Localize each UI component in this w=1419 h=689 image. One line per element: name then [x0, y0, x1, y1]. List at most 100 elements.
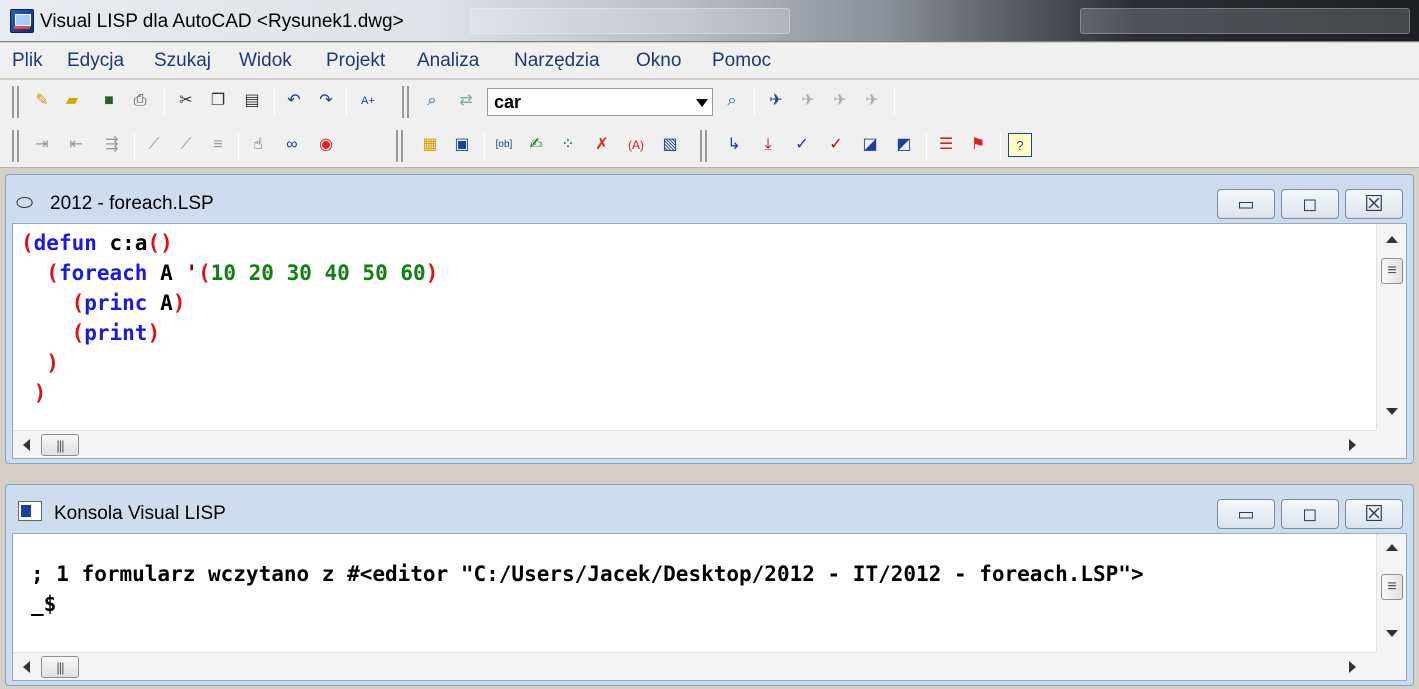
console-title-bar[interactable]: Konsola Visual LISP ▭ ◻ ☒ [6, 485, 1413, 537]
toggle-bookmark-icon[interactable]: ✈ [764, 89, 788, 113]
menu-pomoc[interactable]: Pomoc [712, 50, 771, 72]
select-window-icon[interactable]: ▣ [450, 133, 474, 157]
replace-icon[interactable]: ⇄ [454, 89, 478, 113]
cut-icon[interactable]: ✂ [174, 89, 198, 113]
visual-lisp-app-icon[interactable] [10, 9, 34, 33]
menu-plik[interactable]: Plik [12, 50, 43, 72]
size-grip[interactable] [1376, 652, 1406, 680]
console-horizontal-scrollbar[interactable]: ||| [13, 652, 1378, 680]
scroll-thumb[interactable]: ||| [41, 434, 79, 456]
save-icon[interactable]: ■ [97, 89, 121, 113]
code-line: ) [21, 348, 438, 378]
undo-icon[interactable]: ↶ [282, 89, 306, 113]
toolbar-separator [1000, 132, 1001, 160]
find-toolbar-icon[interactable]: ⌕ [720, 89, 744, 113]
activate-autocad-icon[interactable]: ▦ [418, 133, 442, 157]
background-taskbar-ghost [470, 8, 790, 34]
window-title: Visual LISP dla AutoCAD <Rysunek1.dwg> [40, 11, 404, 32]
size-grip[interactable] [1376, 430, 1406, 458]
apropos-icon[interactable]: (A) [624, 133, 648, 157]
scroll-right-icon[interactable] [1349, 439, 1356, 451]
clear-bookmarks-icon[interactable]: ✈ [860, 89, 884, 113]
check-edit-icon[interactable]: ◉ [314, 133, 338, 157]
editor-close-button[interactable]: ☒ [1345, 189, 1403, 219]
step-over-icon[interactable]: ⤓ [756, 133, 780, 157]
console-maximize-button[interactable]: ◻ [1281, 499, 1339, 529]
add-watch-icon[interactable]: ⚑ [966, 133, 990, 157]
code-token: ' [185, 261, 199, 285]
editor-maximize-button[interactable]: ◻ [1281, 189, 1339, 219]
chevron-down-icon[interactable] [696, 99, 708, 107]
next-bookmark-icon[interactable]: ✈ [796, 89, 820, 113]
console-vertical-scrollbar[interactable]: ≡ [1376, 534, 1406, 652]
editor-title: 2012 - foreach.LSP [50, 193, 214, 214]
previous-bookmark-icon[interactable]: ✈ [828, 89, 852, 113]
comment-block-icon[interactable]: ⟋ [142, 133, 166, 157]
menu-edycja[interactable]: Edycja [67, 50, 124, 72]
toolbar-grip[interactable] [12, 86, 19, 118]
toolbar-grip[interactable] [402, 86, 409, 118]
editor-window: ⬭ 2012 - foreach.LSP ▭ ◻ ☒ (defun c:a() … [5, 174, 1414, 464]
load-active-window-icon[interactable]: ☝ [246, 133, 270, 157]
load-window-icon[interactable]: [ob] [492, 133, 516, 157]
menu-szukaj[interactable]: Szukaj [154, 50, 211, 72]
scroll-right-icon[interactable] [1349, 661, 1356, 673]
unindent-block-icon[interactable]: ⇤ [64, 133, 88, 157]
editor-title-bar[interactable]: ⬭ 2012 - foreach.LSP ▭ ◻ ☒ [6, 175, 1413, 227]
code-editor[interactable]: (defun c:a() (foreach A '(10 20 30 40 50… [21, 228, 438, 408]
open-file-icon[interactable]: ▰ [60, 89, 84, 113]
symbol-service-icon[interactable]: ✗ [590, 133, 614, 157]
copy-icon[interactable]: ❐ [206, 89, 230, 113]
console-close-button[interactable]: ☒ [1345, 499, 1403, 529]
reset-icon[interactable]: ◩ [892, 133, 916, 157]
search-input[interactable]: car [487, 88, 713, 116]
menu-widok[interactable]: Widok [239, 50, 292, 72]
console-client[interactable]: ; 1 formularz wczytano z #<editor "C:/Us… [12, 533, 1407, 681]
uncomment-block-icon[interactable]: ⟋ [174, 133, 198, 157]
toolbar-grip[interactable] [700, 130, 707, 162]
continue-icon[interactable]: ✓ [824, 133, 848, 157]
complete-word-icon[interactable]: A+ [356, 89, 380, 113]
scroll-down-icon[interactable] [1386, 408, 1398, 415]
format-selection-icon[interactable]: ≡ [206, 133, 230, 157]
toggle-breakpoint-icon[interactable]: ☰ [934, 133, 958, 157]
title-bar[interactable]: Visual LISP dla AutoCAD <Rysunek1.dwg> [0, 0, 1419, 42]
menu-okno[interactable]: Okno [636, 50, 681, 72]
menu-analiza[interactable]: Analiza [417, 50, 479, 72]
editor-client[interactable]: (defun c:a() (foreach A '(10 20 30 40 50… [12, 223, 1407, 459]
trace-icon[interactable]: ⁘ [556, 133, 580, 157]
scroll-up-icon[interactable] [1386, 544, 1398, 551]
scroll-thumb[interactable]: ≡ [1381, 258, 1403, 284]
code-token: ( [71, 291, 85, 315]
find-icon[interactable]: ⌕ [420, 89, 444, 113]
code-token: A [147, 261, 186, 285]
editor-vertical-scrollbar[interactable]: ≡ [1376, 224, 1406, 430]
help-icon[interactable]: ? [1008, 133, 1032, 157]
paste-icon[interactable]: ▤ [240, 89, 264, 113]
editor-horizontal-scrollbar[interactable]: ||| [13, 430, 1378, 458]
menu-projekt[interactable]: Projekt [326, 50, 385, 72]
print-icon[interactable]: ⎙ [128, 89, 152, 113]
menu-narzedzia[interactable]: Narzędzia [514, 50, 600, 72]
indent-block-icon[interactable]: ⇥ [30, 133, 54, 157]
scroll-thumb[interactable]: ||| [41, 656, 79, 678]
step-into-icon[interactable]: ↳ [722, 133, 746, 157]
new-file-icon[interactable]: ✎ [30, 89, 54, 113]
indent-to-current-icon[interactable]: ⇶ [100, 133, 124, 157]
scroll-up-icon[interactable] [1386, 236, 1398, 243]
scroll-left-icon[interactable] [23, 439, 30, 451]
inspect-icon[interactable]: ✍ [524, 133, 548, 157]
load-selection-icon[interactable]: ∞ [280, 133, 304, 157]
quit-icon[interactable]: ◪ [858, 133, 882, 157]
scroll-thumb[interactable]: ≡ [1381, 574, 1403, 600]
toolbar-grip[interactable] [396, 130, 403, 162]
editor-minimize-button[interactable]: ▭ [1217, 189, 1275, 219]
scroll-down-icon[interactable] [1386, 630, 1398, 637]
scroll-left-icon[interactable] [23, 661, 30, 673]
watch-icon[interactable]: ▧ [658, 133, 682, 157]
toolbar-grip[interactable] [12, 130, 19, 162]
console-minimize-button[interactable]: ▭ [1217, 499, 1275, 529]
console-prompt[interactable]: _$ [31, 592, 56, 616]
step-out-icon[interactable]: ✓ [790, 133, 814, 157]
redo-icon[interactable]: ↷ [314, 89, 338, 113]
